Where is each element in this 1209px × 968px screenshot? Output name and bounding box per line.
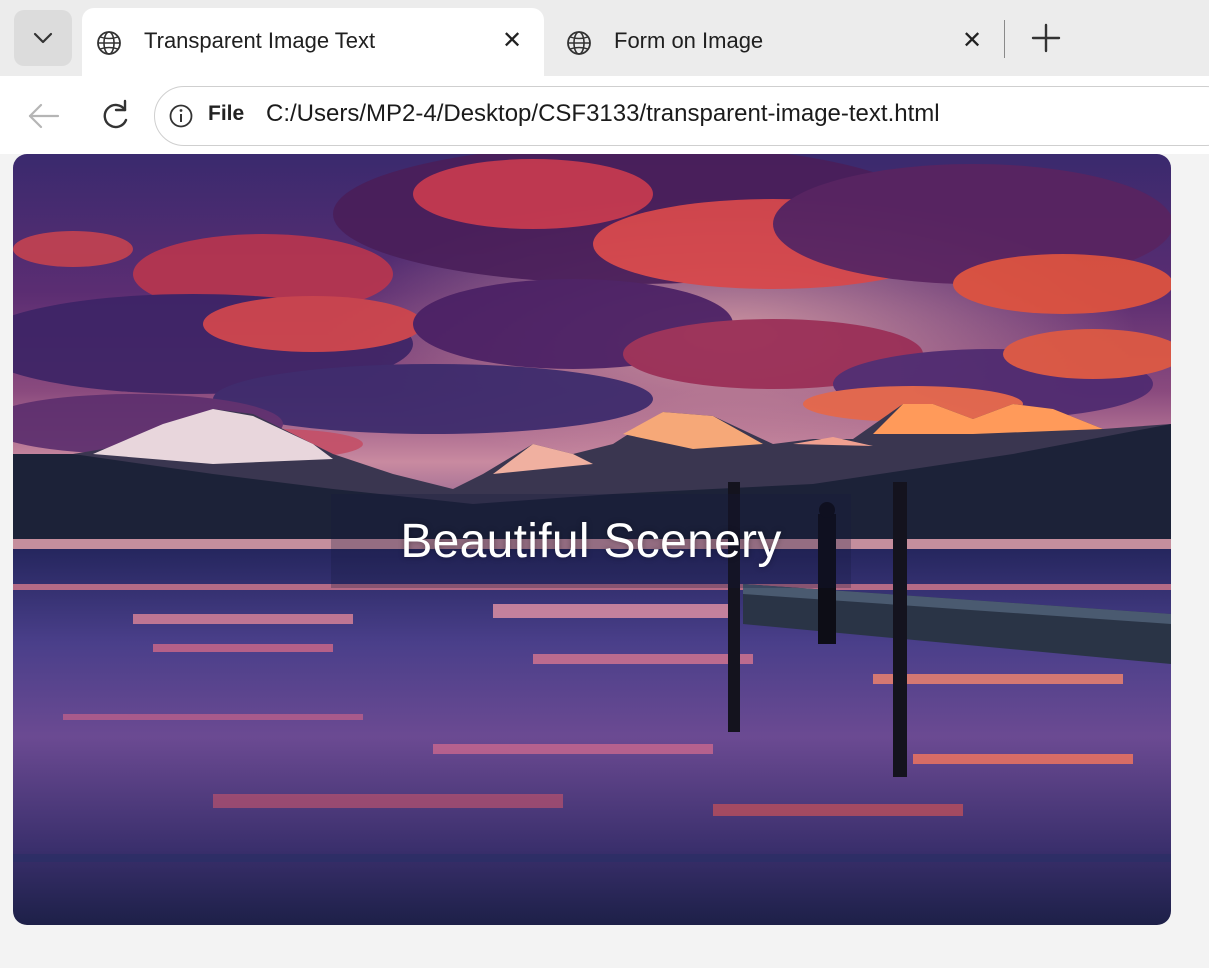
tab-search-button[interactable] [14, 10, 72, 66]
back-arrow-icon[interactable] [24, 100, 62, 132]
close-icon[interactable]: ✕ [502, 28, 522, 54]
tab-title: Transparent Image Text [144, 28, 376, 53]
plus-icon[interactable] [1026, 18, 1066, 58]
info-icon[interactable] [168, 103, 194, 129]
globe-icon [97, 31, 121, 55]
url-text[interactable]: C:/Users/MP2-4/Desktop/CSF3133/transpare… [266, 100, 940, 128]
scheme-label: File [208, 102, 245, 125]
close-icon[interactable]: ✕ [962, 28, 982, 54]
tab-form-on-image[interactable]: Form on Image ✕ [552, 8, 992, 76]
tab-transparent-image-text[interactable]: Transparent Image Text ✕ [82, 8, 544, 76]
tab-title: Form on Image [614, 28, 764, 53]
reload-icon[interactable] [98, 98, 132, 134]
tab-separator [1004, 20, 1005, 58]
globe-icon [567, 31, 591, 55]
chevron-down-icon [33, 32, 53, 44]
scenery-caption: Beautiful Scenery [400, 514, 782, 568]
